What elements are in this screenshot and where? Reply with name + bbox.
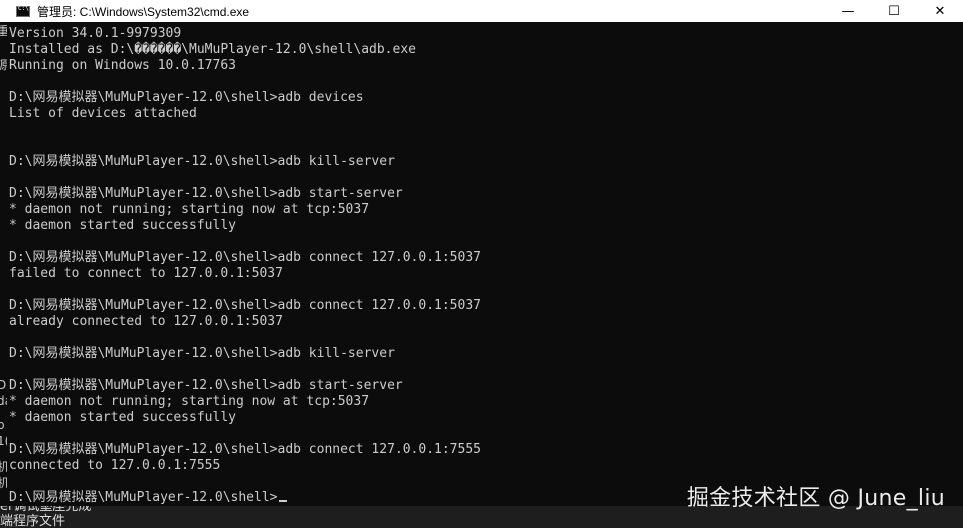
console-line: D:\网易模拟器\MuMuPlayer-12.0\shell>adb devic… (9, 90, 364, 105)
console-line: D:\网易模拟器\MuMuPlayer-12.0\shell>adb conne… (9, 442, 481, 457)
console-line: D:\网易模拟器\MuMuPlayer-12.0\shell>adb start… (9, 186, 403, 201)
console-line: D:\网易模拟器\MuMuPlayer-12.0\shell>adb conne… (9, 298, 481, 313)
console-line: Running on Windows 10.0.17763 (9, 58, 236, 73)
minimize-button[interactable]: — (825, 0, 871, 22)
console-line: D:\网易模拟器\MuMuPlayer-12.0\shell>adb kill-… (9, 154, 395, 169)
console-line: failed to connect to 127.0.0.1:5037 (9, 266, 283, 281)
console-line: Version 34.0.1-9979309 (9, 26, 182, 41)
cmd-icon (16, 5, 30, 17)
close-button[interactable]: ✕ (917, 0, 963, 22)
console-line: D:\网易模拟器\MuMuPlayer-12.0\shell>adb start… (9, 378, 403, 393)
background-text-line: er调试壑座完成 (0, 506, 92, 514)
console-line: already connected to 127.0.0.1:5037 (9, 314, 283, 329)
console-line: * daemon not running; starting now at tc… (9, 394, 370, 409)
title-bar[interactable]: 管理员: C:\Windows\System32\cmd.exe — ☐ ✕ (0, 0, 963, 22)
window-title: 管理员: C:\Windows\System32\cmd.exe (37, 4, 250, 19)
cmd-window: 管理员: C:\Windows\System32\cmd.exe — ☐ ✕ V… (0, 0, 963, 528)
console-line: connected to 127.0.0.1:7555 (9, 458, 221, 473)
watermark: 掘金技术社区 @ June_liu (686, 486, 945, 511)
console-line: D:\网易模拟器\MuMuPlayer-12.0\shell>adb kill-… (9, 346, 395, 361)
console-line: * daemon not running; starting now at tc… (9, 202, 370, 217)
window-controls: — ☐ ✕ (825, 0, 963, 22)
text-cursor (278, 500, 287, 502)
console-line: * daemon started successfully (9, 410, 236, 425)
console-line: D:\网易模拟器\MuMuPlayer-12.0\shell>adb conne… (9, 250, 481, 265)
console-line: Installed as D:\������\MuMuPlayer-12.0\s… (9, 42, 416, 57)
maximize-button[interactable]: ☐ (871, 0, 917, 22)
console-line: List of devices attached (9, 106, 197, 121)
console-output[interactable]: Version 34.0.1-9979309 Installed as D:\��… (0, 26, 963, 506)
background-text-line: 端程序文件 (0, 514, 66, 528)
console-line: * daemon started successfully (9, 218, 236, 233)
